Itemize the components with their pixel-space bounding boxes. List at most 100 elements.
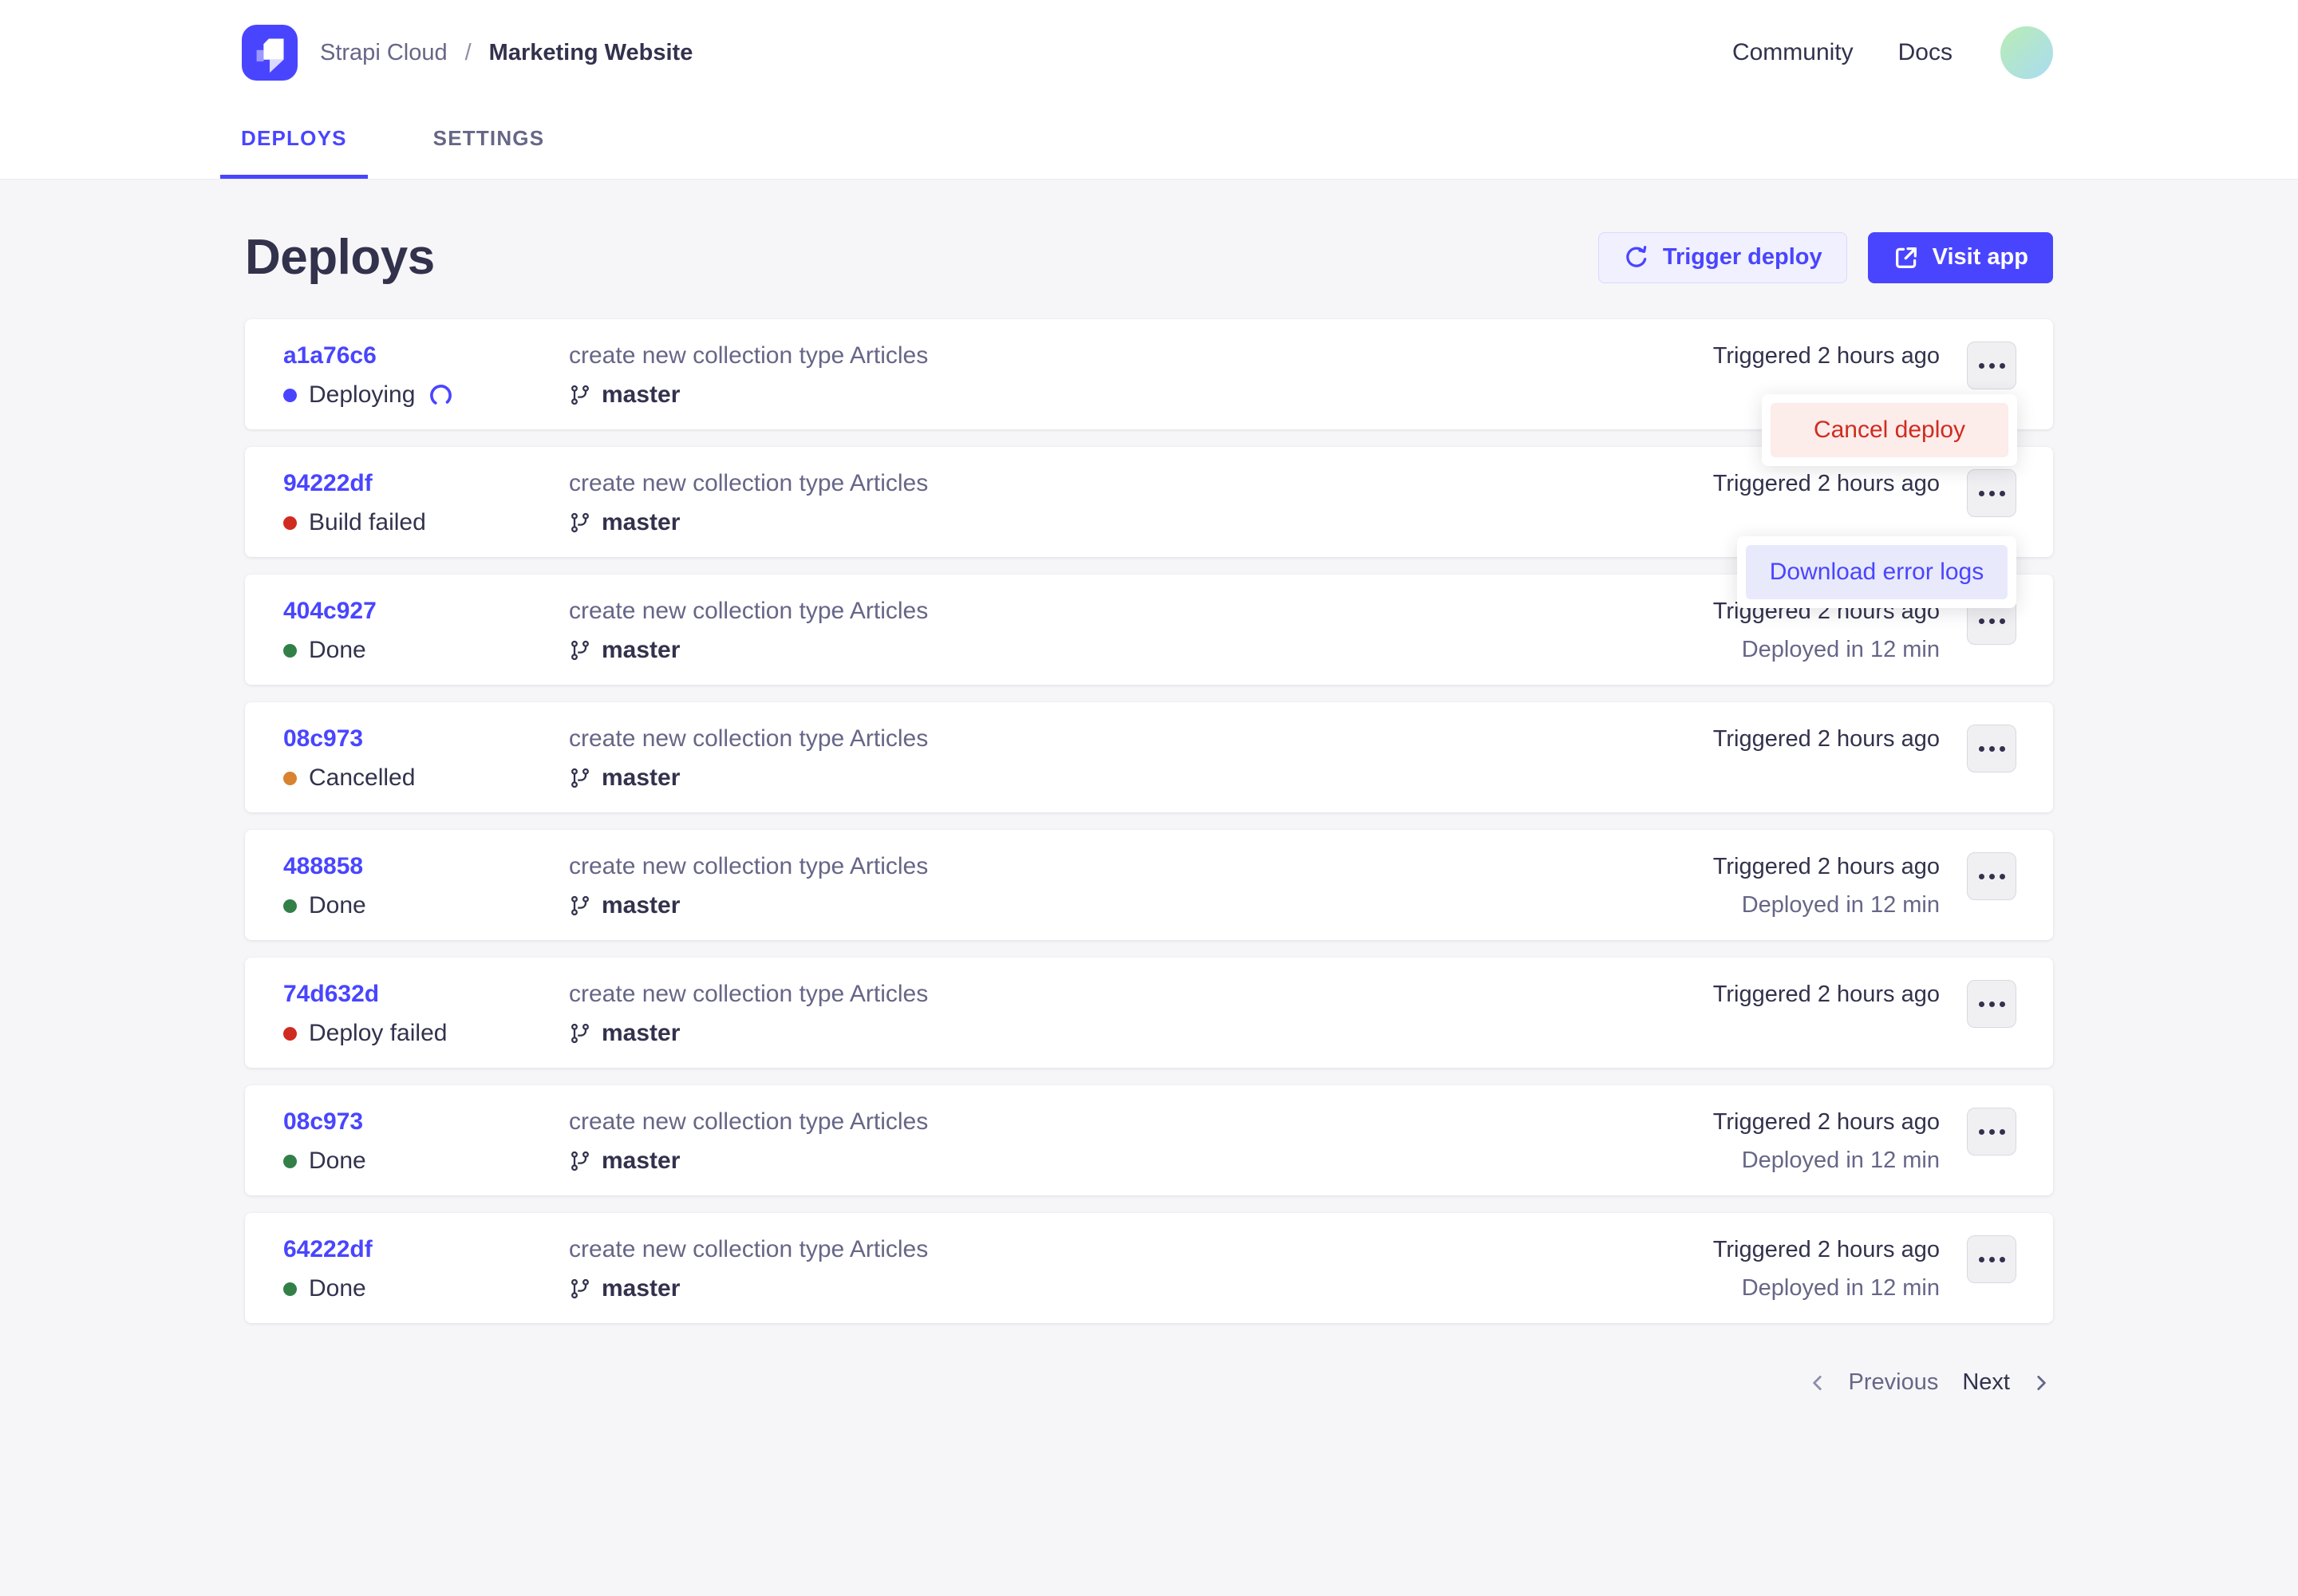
user-avatar[interactable]: [2000, 26, 2053, 79]
deploy-status: Done: [283, 1144, 569, 1178]
breadcrumb-app[interactable]: Strapi Cloud: [320, 40, 448, 66]
deploy-status: Done: [283, 889, 569, 922]
triggered-time: Triggered 2 hours ago: [1713, 340, 1940, 372]
commit-hash-link[interactable]: 08c973: [283, 723, 569, 755]
git-branch-icon: [569, 767, 591, 789]
breadcrumb-separator: /: [465, 40, 472, 66]
ellipsis-icon: [1979, 1001, 1984, 1007]
branch-name: master: [602, 381, 680, 409]
status-dot: [283, 389, 297, 402]
commit-message: create new collection type Articles: [569, 468, 1713, 500]
commit-message: create new collection type Articles: [569, 723, 1713, 755]
deploy-status: Build failed: [283, 506, 569, 539]
commit-message: create new collection type Articles: [569, 1106, 1713, 1138]
tab-settings[interactable]: SETTINGS: [413, 105, 566, 179]
row-actions-button[interactable]: [1967, 342, 2016, 389]
row-menu-popover: Cancel deploy: [1762, 394, 2017, 466]
row-actions-button[interactable]: [1967, 1108, 2016, 1156]
status-label: Cancelled: [309, 764, 415, 792]
pagination-previous-label: Previous: [1849, 1369, 1939, 1396]
status-label: Done: [309, 892, 366, 919]
ellipsis-icon: [1979, 1257, 1984, 1262]
commit-message: create new collection type Articles: [569, 1234, 1713, 1266]
pagination-next[interactable]: Next: [1962, 1369, 2051, 1396]
deploy-row: a1a76c6 Deploying create new collection …: [245, 319, 2053, 429]
tab-deploys[interactable]: DEPLOYS: [220, 105, 368, 179]
row-menu-item[interactable]: Cancel deploy: [1771, 403, 2008, 457]
deploy-row: 08c973 Done create new collection type A…: [245, 1085, 2053, 1195]
row-actions-button[interactable]: [1967, 469, 2016, 517]
tab-bar: DEPLOYS SETTINGS: [0, 105, 2298, 180]
breadcrumb: Strapi Cloud / Marketing Website: [320, 40, 693, 66]
commit-hash-link[interactable]: a1a76c6: [283, 340, 569, 372]
ellipsis-icon: [1979, 874, 1984, 879]
ellipsis-icon: [1979, 363, 1984, 369]
ellipsis-icon: [1979, 618, 1984, 624]
deployed-duration: Deployed in 12 min: [1713, 1272, 1940, 1304]
git-branch-icon: [569, 512, 591, 534]
visit-app-button[interactable]: Visit app: [1868, 232, 2053, 283]
status-label: Done: [309, 1275, 366, 1302]
nav-link-community[interactable]: Community: [1732, 39, 1854, 66]
deploy-status: Done: [283, 634, 569, 667]
external-link-icon: [1893, 244, 1920, 271]
pagination: Previous Next: [245, 1369, 2053, 1396]
breadcrumb-project: Marketing Website: [489, 40, 693, 66]
row-menu-popover: Download error logs: [1737, 536, 2016, 608]
row-actions-button[interactable]: [1967, 852, 2016, 900]
ellipsis-icon: [1979, 491, 1984, 496]
git-branch-icon: [569, 895, 591, 917]
chevron-left-icon: [1807, 1373, 1828, 1393]
commit-hash-link[interactable]: 488858: [283, 851, 569, 883]
triggered-time: Triggered 2 hours ago: [1713, 468, 1940, 500]
chevron-right-icon: [2031, 1373, 2051, 1393]
status-dot: [283, 1155, 297, 1168]
deployed-duration: Deployed in 12 min: [1713, 1144, 1940, 1176]
status-dot: [283, 772, 297, 785]
strapi-logo-icon[interactable]: [242, 25, 298, 81]
commit-hash-link[interactable]: 404c927: [283, 595, 569, 627]
pagination-previous[interactable]: Previous: [1807, 1369, 1939, 1396]
branch-name: master: [602, 1275, 680, 1302]
row-menu-item[interactable]: Download error logs: [1746, 545, 2008, 599]
status-label: Done: [309, 1148, 366, 1175]
deployed-duration: Deployed in 12 min: [1713, 889, 1940, 921]
commit-hash-link[interactable]: 94222df: [283, 468, 569, 500]
trigger-deploy-label: Trigger deploy: [1663, 244, 1822, 271]
commit-message: create new collection type Articles: [569, 978, 1713, 1010]
row-actions-button[interactable]: [1967, 725, 2016, 772]
row-actions-button[interactable]: [1967, 980, 2016, 1028]
status-label: Deploying: [309, 381, 415, 409]
deploy-row: 64222df Done create new collection type …: [245, 1213, 2053, 1323]
deploy-status: Cancelled: [283, 761, 569, 795]
triggered-time: Triggered 2 hours ago: [1713, 1106, 1940, 1138]
ellipsis-icon: [1979, 1129, 1984, 1135]
triggered-time: Triggered 2 hours ago: [1713, 851, 1940, 883]
branch-name: master: [602, 509, 680, 536]
deploy-status: Deploy failed: [283, 1017, 569, 1050]
status-label: Done: [309, 637, 366, 664]
status-dot: [283, 1282, 297, 1296]
visit-app-label: Visit app: [1933, 244, 2028, 271]
deploy-row: 74d632d Deploy failed create new collect…: [245, 958, 2053, 1068]
status-dot: [283, 644, 297, 658]
commit-hash-link[interactable]: 74d632d: [283, 978, 569, 1010]
commit-message: create new collection type Articles: [569, 851, 1713, 883]
triggered-time: Triggered 2 hours ago: [1713, 723, 1940, 755]
branch-name: master: [602, 637, 680, 664]
status-label: Build failed: [309, 509, 426, 536]
triggered-time: Triggered 2 hours ago: [1713, 978, 1940, 1010]
row-actions-button[interactable]: [1967, 1235, 2016, 1283]
deployed-duration: Deployed in 12 min: [1713, 634, 1940, 666]
branch-name: master: [602, 1020, 680, 1047]
pagination-next-label: Next: [1962, 1369, 2010, 1396]
trigger-deploy-button[interactable]: Trigger deploy: [1598, 232, 1847, 283]
git-branch-icon: [569, 1022, 591, 1045]
commit-hash-link[interactable]: 08c973: [283, 1106, 569, 1138]
deploy-row: 08c973 Cancelled create new collection t…: [245, 702, 2053, 812]
nav-link-docs[interactable]: Docs: [1898, 39, 1953, 66]
deploy-status: Deploying: [283, 378, 569, 412]
branch-name: master: [602, 892, 680, 919]
commit-hash-link[interactable]: 64222df: [283, 1234, 569, 1266]
status-dot: [283, 1027, 297, 1041]
